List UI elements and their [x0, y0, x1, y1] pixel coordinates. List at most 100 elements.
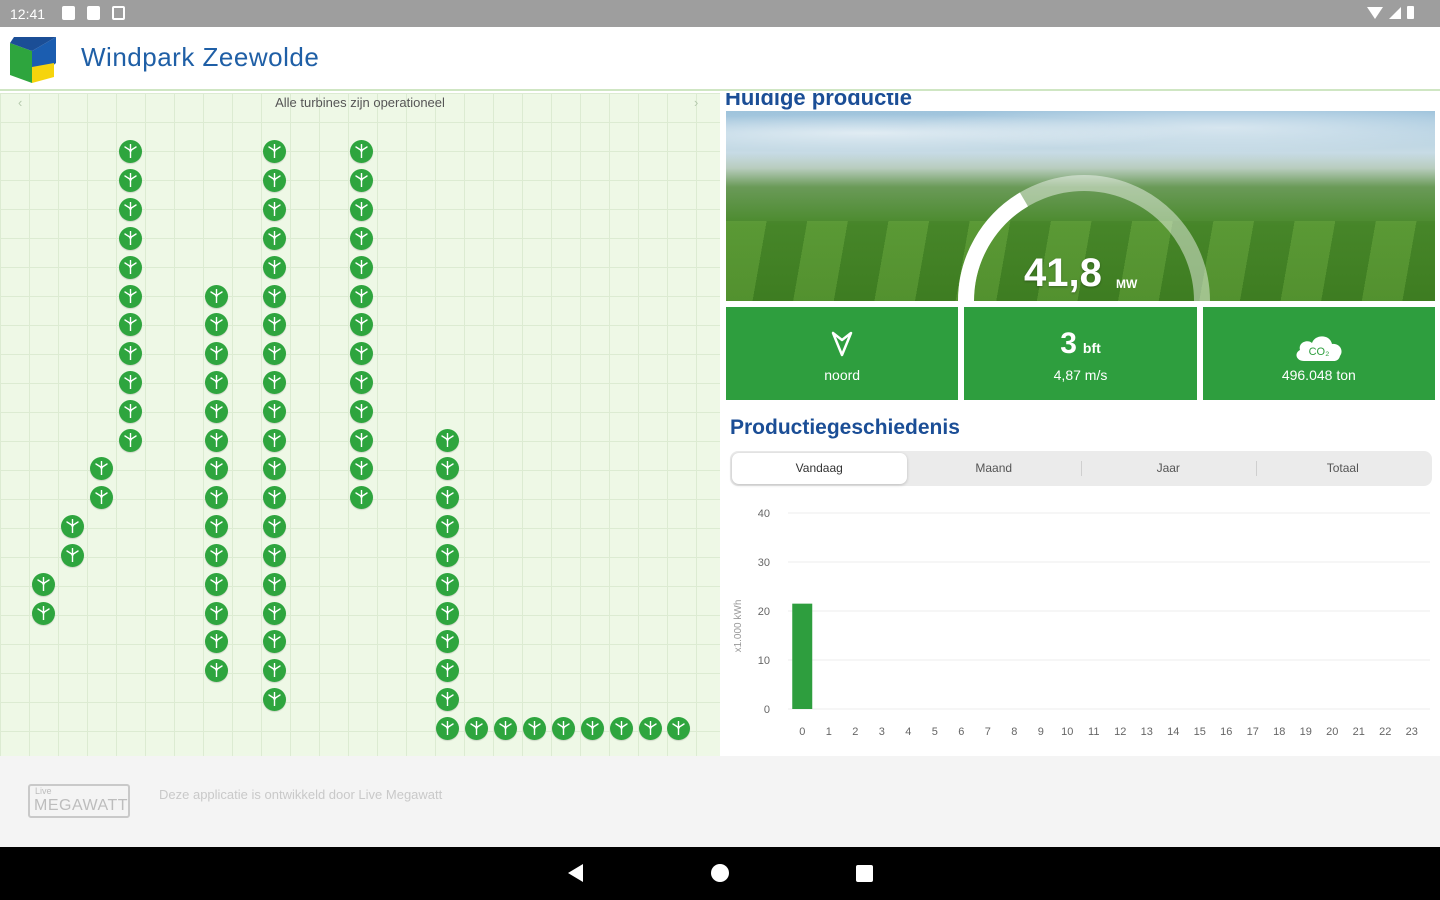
turbine-marker[interactable]: [580, 716, 604, 740]
turbine-marker[interactable]: [204, 658, 228, 682]
turbine-marker[interactable]: [522, 716, 546, 740]
tab-jaar[interactable]: Jaar: [1081, 453, 1256, 484]
turbine-marker[interactable]: [435, 485, 459, 509]
recents-icon[interactable]: [856, 865, 873, 882]
turbine-marker[interactable]: [262, 312, 286, 336]
turbine-marker[interactable]: [204, 428, 228, 452]
turbine-marker[interactable]: [262, 428, 286, 452]
turbine-marker[interactable]: [118, 197, 142, 221]
tab-maand[interactable]: Maand: [907, 453, 1082, 484]
turbine-marker[interactable]: [435, 543, 459, 567]
turbine-marker[interactable]: [262, 514, 286, 538]
turbine-icon: [267, 172, 281, 187]
turbine-marker[interactable]: [118, 370, 142, 394]
tab-totaal[interactable]: Totaal: [1255, 453, 1431, 484]
turbine-marker[interactable]: [262, 370, 286, 394]
turbine-marker[interactable]: [435, 514, 459, 538]
turbine-marker[interactable]: [349, 370, 373, 394]
turbine-marker[interactable]: [349, 399, 373, 423]
turbine-marker[interactable]: [493, 716, 517, 740]
turbine-marker[interactable]: [435, 572, 459, 596]
turbine-marker[interactable]: [262, 485, 286, 509]
tab-vandaag[interactable]: Vandaag: [732, 453, 907, 484]
turbine-marker[interactable]: [349, 485, 373, 509]
turbine-marker[interactable]: [204, 341, 228, 365]
turbine-marker[interactable]: [435, 716, 459, 740]
turbine-marker[interactable]: [89, 485, 113, 509]
turbine-marker[interactable]: [349, 255, 373, 279]
turbine-marker[interactable]: [435, 629, 459, 653]
turbine-marker[interactable]: [118, 255, 142, 279]
turbine-marker[interactable]: [204, 514, 228, 538]
turbine-marker[interactable]: [349, 341, 373, 365]
turbine-marker[interactable]: [262, 658, 286, 682]
home-icon[interactable]: [711, 864, 729, 882]
turbine-marker[interactable]: [262, 601, 286, 625]
turbine-marker[interactable]: [262, 629, 286, 653]
turbine-marker[interactable]: [435, 687, 459, 711]
turbine-marker[interactable]: [204, 601, 228, 625]
turbine-marker[interactable]: [464, 716, 488, 740]
turbine-marker[interactable]: [204, 629, 228, 653]
turbine-marker[interactable]: [349, 139, 373, 163]
turbine-marker[interactable]: [89, 456, 113, 480]
turbine-marker[interactable]: [60, 543, 84, 567]
turbine-marker[interactable]: [118, 428, 142, 452]
turbine-marker[interactable]: [204, 485, 228, 509]
turbine-marker[interactable]: [435, 428, 459, 452]
turbine-marker[interactable]: [262, 168, 286, 192]
turbine-marker[interactable]: [435, 456, 459, 480]
turbine-marker[interactable]: [262, 284, 286, 308]
turbine-marker[interactable]: [262, 543, 286, 567]
back-icon[interactable]: [568, 864, 583, 882]
chevron-right-icon[interactable]: ›: [694, 95, 698, 110]
turbine-marker[interactable]: [262, 456, 286, 480]
turbine-marker[interactable]: [118, 341, 142, 365]
turbine-marker[interactable]: [349, 456, 373, 480]
turbine-marker[interactable]: [435, 658, 459, 682]
turbine-marker[interactable]: [435, 601, 459, 625]
wind-speed-label: 4,87 m/s: [1053, 367, 1108, 383]
turbine-marker[interactable]: [118, 168, 142, 192]
turbine-marker[interactable]: [204, 572, 228, 596]
turbine-marker[interactable]: [666, 716, 690, 740]
turbine-marker[interactable]: [262, 572, 286, 596]
turbine-icon: [267, 633, 281, 648]
turbine-marker[interactable]: [118, 226, 142, 250]
turbine-icon: [527, 720, 541, 735]
turbine-marker[interactable]: [204, 543, 228, 567]
turbine-marker[interactable]: [551, 716, 575, 740]
turbine-marker[interactable]: [638, 716, 662, 740]
turbine-marker[interactable]: [349, 312, 373, 336]
live-megawatt-logo[interactable]: Live MEGAWATT: [28, 784, 130, 818]
turbine-marker[interactable]: [262, 226, 286, 250]
turbine-marker[interactable]: [118, 399, 142, 423]
turbine-icon: [267, 201, 281, 216]
turbine-marker[interactable]: [118, 284, 142, 308]
turbine-marker[interactable]: [349, 197, 373, 221]
turbine-marker[interactable]: [349, 284, 373, 308]
turbine-marker[interactable]: [31, 601, 55, 625]
turbine-marker[interactable]: [262, 139, 286, 163]
turbine-marker[interactable]: [204, 370, 228, 394]
turbine-icon: [209, 316, 223, 331]
turbine-marker[interactable]: [349, 428, 373, 452]
turbine-marker[interactable]: [262, 687, 286, 711]
turbine-marker[interactable]: [262, 341, 286, 365]
turbine-map[interactable]: ‹ Alle turbines zijn operationeel ›: [0, 93, 720, 756]
turbine-marker[interactable]: [204, 284, 228, 308]
production-unit: MW: [1116, 277, 1138, 291]
turbine-marker[interactable]: [204, 399, 228, 423]
turbine-marker[interactable]: [349, 168, 373, 192]
turbine-marker[interactable]: [31, 572, 55, 596]
turbine-marker[interactable]: [349, 226, 373, 250]
turbine-marker[interactable]: [262, 197, 286, 221]
turbine-marker[interactable]: [60, 514, 84, 538]
turbine-marker[interactable]: [262, 399, 286, 423]
turbine-marker[interactable]: [204, 456, 228, 480]
turbine-marker[interactable]: [204, 312, 228, 336]
turbine-marker[interactable]: [262, 255, 286, 279]
turbine-marker[interactable]: [609, 716, 633, 740]
turbine-marker[interactable]: [118, 139, 142, 163]
turbine-marker[interactable]: [118, 312, 142, 336]
